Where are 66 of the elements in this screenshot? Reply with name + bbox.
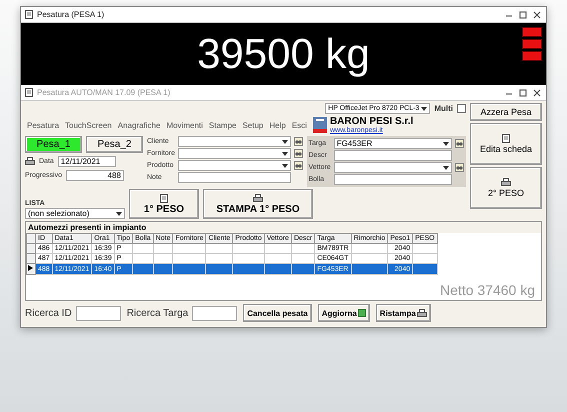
field-label: Ricerca Targa bbox=[126, 308, 188, 318]
list-select[interactable]: (non selezionato) bbox=[25, 208, 125, 219]
input-field[interactable] bbox=[192, 306, 238, 320]
bottom-button[interactable]: Ristampa bbox=[376, 304, 431, 322]
printer-icon bbox=[25, 157, 35, 166]
binoculars-icon[interactable] bbox=[294, 161, 302, 170]
dropdown-arrow-icon[interactable] bbox=[116, 210, 122, 216]
bottom-button[interactable]: Cancella pesata bbox=[243, 304, 312, 322]
window-title: Pesatura AUTO/MAN 17.09 (PESA 1) bbox=[37, 88, 172, 97]
combo-field[interactable] bbox=[334, 162, 452, 173]
field-label: Ricerca ID bbox=[25, 308, 72, 318]
menu-item[interactable]: Help bbox=[269, 120, 286, 130]
company-name: BARON PESI S.r.l bbox=[330, 116, 414, 127]
dropdown-arrow-icon[interactable] bbox=[443, 164, 449, 170]
bottom-button[interactable]: Aggiorna bbox=[318, 304, 370, 322]
close-icon[interactable] bbox=[532, 10, 542, 20]
action-button[interactable]: 1° PESO bbox=[129, 189, 199, 219]
binoculars-icon[interactable] bbox=[455, 139, 464, 148]
scale-tab[interactable]: Pesa_2 bbox=[86, 136, 143, 153]
printer-icon bbox=[416, 308, 427, 318]
side-button[interactable]: Edita scheda bbox=[470, 123, 542, 165]
printer-icon bbox=[501, 178, 511, 187]
input-field[interactable] bbox=[334, 174, 452, 185]
menu-item[interactable]: TouchScreen bbox=[65, 120, 112, 130]
binoculars-icon[interactable] bbox=[294, 149, 302, 158]
combo-field[interactable] bbox=[178, 160, 290, 171]
document-icon bbox=[25, 10, 33, 19]
field-value: FG453ER bbox=[336, 139, 372, 148]
document-icon bbox=[160, 194, 168, 202]
side-button[interactable]: Azzera Pesa bbox=[470, 103, 542, 121]
scale-tab[interactable]: Pesa_1 bbox=[25, 136, 82, 153]
menu-item[interactable]: Anagrafiche bbox=[118, 120, 160, 130]
multi-checkbox[interactable] bbox=[457, 104, 466, 113]
menu-item[interactable]: Stampe bbox=[208, 120, 236, 130]
menu-item[interactable]: Movimenti bbox=[166, 120, 203, 130]
combo-field[interactable] bbox=[178, 148, 290, 159]
input-field[interactable] bbox=[76, 306, 121, 320]
action-button[interactable]: STAMPA 1° PESO bbox=[203, 189, 313, 219]
close-icon[interactable] bbox=[532, 88, 542, 98]
window-title: Pesatura (PESA 1) bbox=[37, 10, 106, 19]
binoculars-icon[interactable] bbox=[294, 137, 302, 146]
maximize-icon[interactable] bbox=[518, 88, 528, 98]
combo-field[interactable]: FG453ER bbox=[334, 138, 452, 149]
menu-item[interactable]: Esci bbox=[292, 120, 307, 130]
input-field[interactable] bbox=[334, 150, 452, 161]
binoculars-icon[interactable] bbox=[455, 163, 464, 172]
input-field[interactable] bbox=[178, 172, 290, 183]
menu-item[interactable]: Pesatura bbox=[27, 120, 60, 130]
checkbox-label: Multi bbox=[434, 104, 453, 113]
dropdown-arrow-icon[interactable] bbox=[421, 106, 428, 112]
document-icon bbox=[502, 134, 510, 143]
combo-field[interactable] bbox=[178, 136, 290, 147]
input-field[interactable]: 488 bbox=[66, 170, 124, 181]
dropdown-arrow-icon[interactable] bbox=[443, 140, 449, 146]
maximize-icon[interactable] bbox=[518, 10, 528, 20]
logo-icon bbox=[312, 117, 327, 133]
side-button[interactable]: 2° PESO bbox=[470, 167, 542, 209]
date-field[interactable]: 12/11/2021 bbox=[58, 156, 116, 167]
net-weight: Netto 37460 kg bbox=[440, 282, 535, 298]
table-title: Automezzi presenti in impianto bbox=[26, 222, 541, 233]
menu-item[interactable]: Setup bbox=[242, 120, 264, 130]
weight-reading: 39500 kg bbox=[197, 30, 370, 78]
document-icon bbox=[25, 88, 33, 97]
field-value: (non selezionato) bbox=[28, 209, 90, 218]
printer-icon bbox=[253, 194, 263, 202]
pointer-icon bbox=[28, 265, 33, 271]
